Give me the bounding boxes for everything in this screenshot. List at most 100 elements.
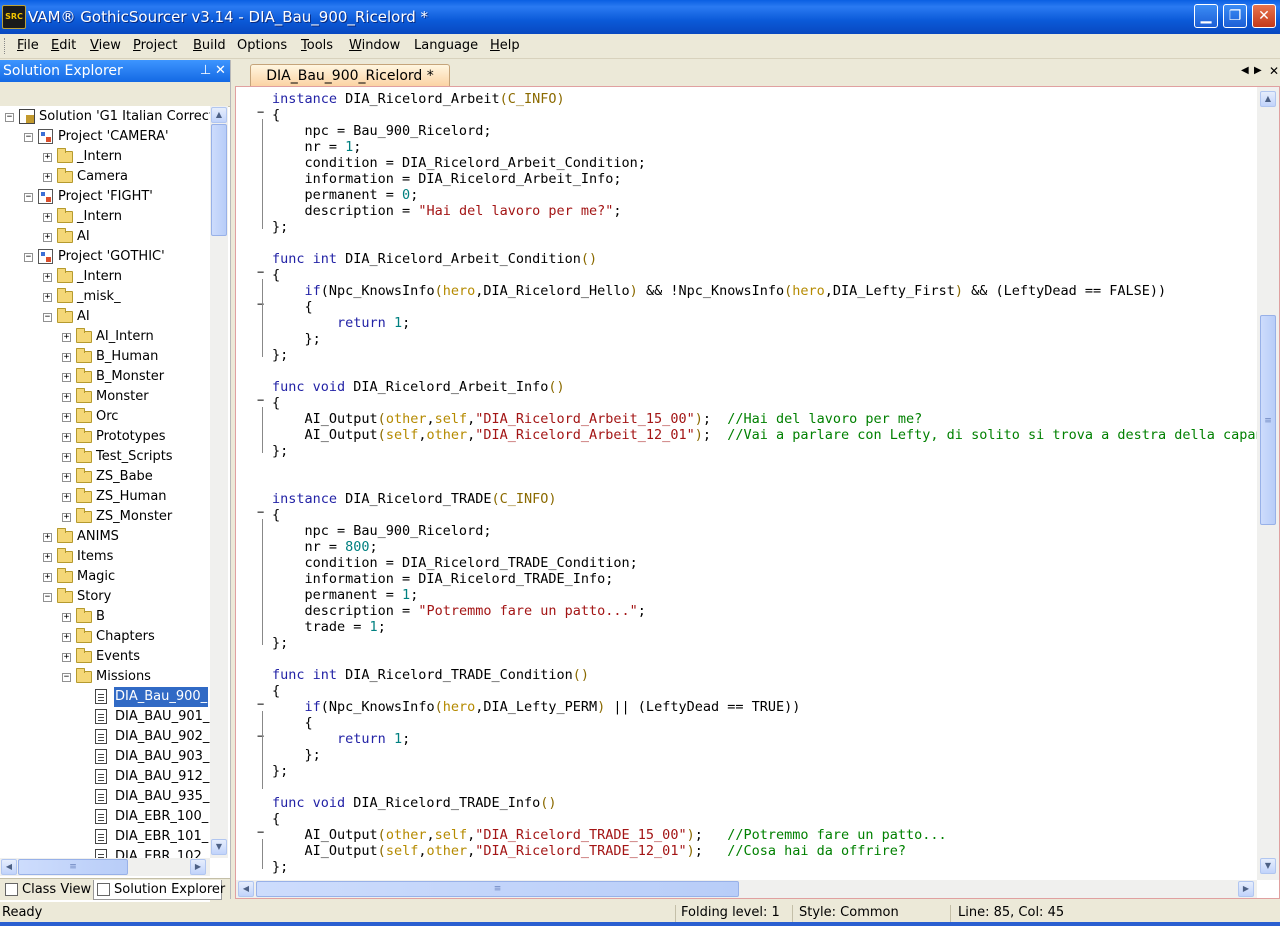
scroll-left-button[interactable]: ◀ bbox=[1, 859, 17, 875]
code-line[interactable]: information = DIA_Ricelord_TRADE_Info; bbox=[272, 571, 1257, 587]
tree-item[interactable]: + Orc bbox=[0, 407, 210, 427]
tree-item[interactable]: + ZS_Monster bbox=[0, 507, 210, 527]
tree-item[interactable]: + ANIMS bbox=[0, 527, 210, 547]
expand-icon[interactable]: + bbox=[43, 213, 52, 222]
scroll-down-button[interactable]: ▼ bbox=[211, 839, 227, 855]
code-line[interactable]: trade = 1; bbox=[272, 619, 1257, 635]
code-line[interactable]: information = DIA_Ricelord_Arbeit_Info; bbox=[272, 171, 1257, 187]
expand-icon[interactable]: + bbox=[62, 353, 71, 362]
code-line[interactable]: }; bbox=[272, 747, 1257, 763]
code-line[interactable]: }; bbox=[272, 219, 1257, 235]
code-line[interactable] bbox=[272, 363, 1257, 379]
tree-item[interactable]: + Monster bbox=[0, 387, 210, 407]
code-line[interactable]: }; bbox=[272, 331, 1257, 347]
expand-icon[interactable]: + bbox=[62, 633, 71, 642]
tree-item[interactable]: DIA_BAU_912_ bbox=[0, 767, 210, 787]
code-line[interactable]: { bbox=[272, 507, 1257, 523]
menu-tools[interactable]: Tools bbox=[301, 38, 333, 53]
tree-item[interactable]: + ZS_Human bbox=[0, 487, 210, 507]
menu-file[interactable]: File bbox=[17, 38, 39, 53]
expand-icon[interactable]: + bbox=[62, 453, 71, 462]
code-line[interactable]: }; bbox=[272, 859, 1257, 875]
code-line[interactable]: return 1; bbox=[272, 315, 1257, 331]
code-line[interactable]: if(Npc_KnowsInfo(hero,DIA_Lefty_PERM) ||… bbox=[272, 699, 1257, 715]
tree-item[interactable]: + Camera bbox=[0, 167, 210, 187]
tree-item[interactable]: + B bbox=[0, 607, 210, 627]
menu-window[interactable]: Window bbox=[349, 38, 400, 53]
code-line[interactable]: { bbox=[272, 267, 1257, 283]
collapse-icon[interactable]: − bbox=[24, 253, 33, 262]
scroll-right-button[interactable]: ▶ bbox=[190, 859, 206, 875]
tree-item[interactable]: + _Intern bbox=[0, 147, 210, 167]
tree-item[interactable]: DIA_BAU_902_ bbox=[0, 727, 210, 747]
fold-toggle-icon[interactable]: − bbox=[257, 106, 266, 118]
tree-item[interactable]: + B_Human bbox=[0, 347, 210, 367]
tree-item[interactable]: + Items bbox=[0, 547, 210, 567]
menu-language[interactable]: Language bbox=[414, 38, 478, 53]
expand-icon[interactable]: + bbox=[43, 173, 52, 182]
editor-scroll-up-button[interactable]: ▲ bbox=[1260, 91, 1276, 107]
code-editor[interactable]: − − − − − − − − instance DIA_Ricelord_Arbeit(C_… bbox=[235, 86, 1280, 899]
code-line[interactable]: return 1; bbox=[272, 731, 1257, 747]
code-line[interactable]: func void DIA_Ricelord_Arbeit_Info() bbox=[272, 379, 1257, 395]
tree-item[interactable]: + Prototypes bbox=[0, 427, 210, 447]
code-line[interactable]: instance DIA_Ricelord_Arbeit(C_INFO) bbox=[272, 91, 1257, 107]
scroll-thumb[interactable] bbox=[211, 124, 227, 236]
expand-icon[interactable]: + bbox=[62, 433, 71, 442]
tree-horizontal-scrollbar[interactable]: ◀ ≡ ▶ bbox=[0, 858, 210, 876]
expand-icon[interactable]: + bbox=[62, 413, 71, 422]
tree-item[interactable]: DIA_Bau_900_ bbox=[0, 687, 210, 707]
scroll-up-button[interactable]: ▲ bbox=[211, 107, 227, 123]
code-line[interactable] bbox=[272, 779, 1257, 795]
tree-item[interactable]: − Project 'CAMERA' bbox=[0, 127, 210, 147]
code-line[interactable]: npc = Bau_900_Ricelord; bbox=[272, 123, 1257, 139]
tree-item[interactable]: + Events bbox=[0, 647, 210, 667]
expand-icon[interactable]: + bbox=[62, 513, 71, 522]
code-line[interactable]: instance DIA_Ricelord_TRADE(C_INFO) bbox=[272, 491, 1257, 507]
code-line[interactable]: permanent = 0; bbox=[272, 187, 1257, 203]
menu-grip[interactable] bbox=[4, 38, 8, 54]
menu-project[interactable]: Project bbox=[133, 38, 178, 53]
code-line[interactable]: }; bbox=[272, 635, 1257, 651]
code-line[interactable]: }; bbox=[272, 763, 1257, 779]
code-line[interactable]: condition = DIA_Ricelord_TRADE_Condition… bbox=[272, 555, 1257, 571]
expand-icon[interactable]: + bbox=[43, 293, 52, 302]
code-line[interactable] bbox=[272, 475, 1257, 491]
code-line[interactable]: nr = 800; bbox=[272, 539, 1257, 555]
collapse-icon[interactable]: − bbox=[5, 113, 14, 122]
menu-view[interactable]: View bbox=[90, 38, 121, 53]
code-line[interactable]: { bbox=[272, 811, 1257, 827]
tree-item[interactable]: DIA_EBR_101_ bbox=[0, 827, 210, 847]
expand-icon[interactable]: + bbox=[62, 613, 71, 622]
expand-icon[interactable]: + bbox=[62, 493, 71, 502]
tab-dia-bau-900-ricelord[interactable]: DIA_Bau_900_Ricelord * bbox=[250, 64, 450, 86]
code-line[interactable]: { bbox=[272, 683, 1257, 699]
solution-tree[interactable]: − Solution 'G1 Italian Correct' (− Project… bbox=[0, 106, 210, 916]
menu-edit[interactable]: Edit bbox=[51, 38, 76, 53]
editor-scroll-down-button[interactable]: ▼ bbox=[1260, 858, 1276, 874]
editor-scroll-thumb-horizontal[interactable]: ≡ bbox=[256, 881, 739, 897]
collapse-icon[interactable]: − bbox=[24, 193, 33, 202]
tree-item[interactable]: + Magic bbox=[0, 567, 210, 587]
pin-icon[interactable]: ⊥ bbox=[200, 63, 211, 78]
code-line[interactable] bbox=[272, 235, 1257, 251]
fold-gutter[interactable]: − − − − − − − − bbox=[236, 87, 270, 881]
code-line[interactable]: description = "Potremmo fare un patto...… bbox=[272, 603, 1257, 619]
tree-item[interactable]: + ZS_Babe bbox=[0, 467, 210, 487]
tab-solution-explorer[interactable]: Solution Explorer bbox=[93, 880, 225, 900]
tree-vertical-scrollbar[interactable]: ▲ ▼ bbox=[210, 106, 228, 858]
expand-icon[interactable]: + bbox=[62, 373, 71, 382]
tree-item[interactable]: DIA_BAU_935_ bbox=[0, 787, 210, 807]
code-line[interactable]: func void DIA_Ricelord_TRADE_Info() bbox=[272, 795, 1257, 811]
fold-toggle-icon[interactable]: − bbox=[257, 506, 266, 518]
tab-scroll-right-icon[interactable]: ▶ bbox=[1254, 65, 1262, 76]
collapse-icon[interactable]: − bbox=[24, 133, 33, 142]
menu-build[interactable]: Build bbox=[193, 38, 226, 53]
tree-item[interactable]: − Solution 'G1 Italian Correct' ( bbox=[0, 107, 210, 127]
tree-item[interactable]: DIA_BAU_903_ bbox=[0, 747, 210, 767]
menu-help[interactable]: Help bbox=[490, 38, 520, 53]
code-line[interactable]: func int DIA_Ricelord_TRADE_Condition() bbox=[272, 667, 1257, 683]
panel-close-icon[interactable]: ✕ bbox=[215, 63, 226, 78]
code-line[interactable]: condition = DIA_Ricelord_Arbeit_Conditio… bbox=[272, 155, 1257, 171]
tree-item[interactable]: − Project 'GOTHIC' bbox=[0, 247, 210, 267]
